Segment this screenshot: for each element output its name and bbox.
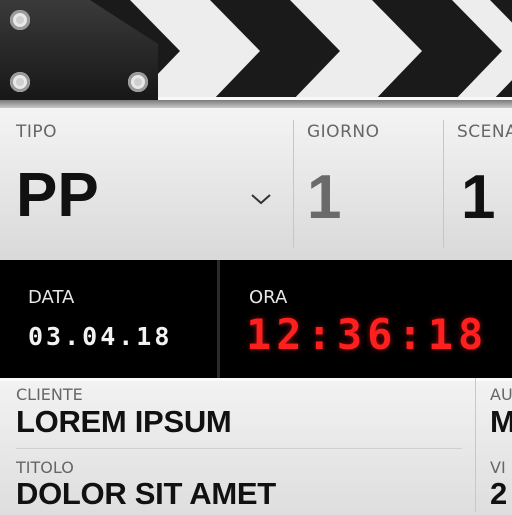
screw-icon [10, 72, 30, 92]
chevron-down-icon[interactable] [250, 188, 272, 210]
tipo-value: PP [16, 161, 99, 230]
autore-label: AU [490, 385, 512, 404]
scena-label: SCENA [457, 122, 512, 142]
vi-value: 2 [490, 476, 507, 511]
data-label: DATA [28, 287, 75, 308]
scena-value: 1 [461, 163, 496, 232]
cliente-value[interactable]: LOREM IPSUM [16, 404, 232, 440]
clapper-shadow [0, 100, 512, 108]
row-divider [16, 448, 462, 449]
clapper-stick[interactable] [0, 0, 512, 103]
vi-label: VI [490, 458, 506, 477]
titolo-value[interactable]: DOLOR SIT AMET [16, 476, 276, 512]
ora-label: ORA [249, 287, 288, 308]
right-column[interactable]: AU M VI 2 [476, 378, 512, 512]
scena-field[interactable]: SCENA 1 [443, 108, 512, 260]
giorno-field[interactable]: GIORNO 1 [293, 108, 443, 260]
screw-icon [10, 10, 30, 30]
clapper-hinge [0, 0, 160, 103]
screw-icon [128, 72, 148, 92]
giorno-label: GIORNO [307, 122, 380, 142]
autore-value: M [490, 404, 512, 439]
date-display[interactable]: 03.04.18 [28, 322, 172, 351]
tipo-label: TIPO [16, 122, 58, 142]
tipo-field[interactable]: TIPO PP [0, 108, 293, 260]
slate-header-board: TIPO PP GIORNO 1 SCENA 1 [0, 108, 512, 260]
giorno-value: 1 [307, 163, 342, 232]
time-display[interactable]: 12:36:18 [246, 310, 488, 359]
cliente-label: CLIENTE [16, 385, 83, 404]
titolo-label: TITOLO [16, 458, 74, 477]
led-divider [217, 260, 220, 378]
